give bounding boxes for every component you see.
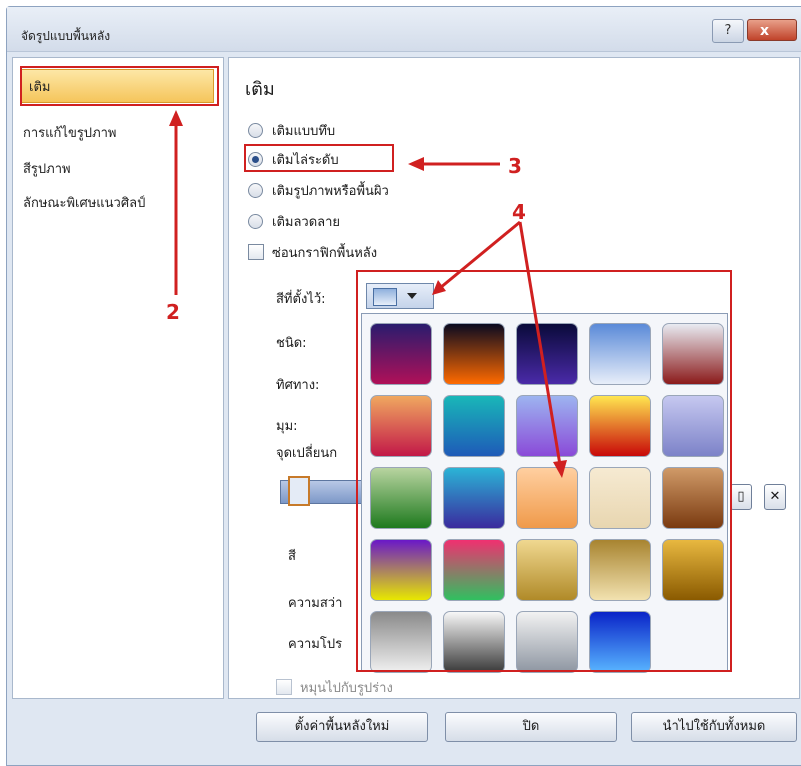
- annotation-4: 4: [512, 200, 526, 224]
- annotation-2: 2: [166, 300, 180, 324]
- close-button[interactable]: ปิด: [445, 712, 617, 742]
- arrow-4a-line: [439, 220, 521, 290]
- arrow-3-head: [408, 157, 424, 171]
- arrow-4b-head: [553, 460, 567, 478]
- annotation-arrows: [169, 110, 567, 478]
- arrow-2-head: [169, 110, 183, 126]
- apply-to-all-button[interactable]: นำไปใช้กับทั้งหมด: [631, 712, 797, 742]
- reset-background-button[interactable]: ตั้งค่าพื้นหลังใหม่: [256, 712, 428, 742]
- arrow-4a-head: [432, 280, 446, 295]
- annotation-3: 3: [508, 154, 522, 178]
- arrow-4b-line: [518, 221, 562, 466]
